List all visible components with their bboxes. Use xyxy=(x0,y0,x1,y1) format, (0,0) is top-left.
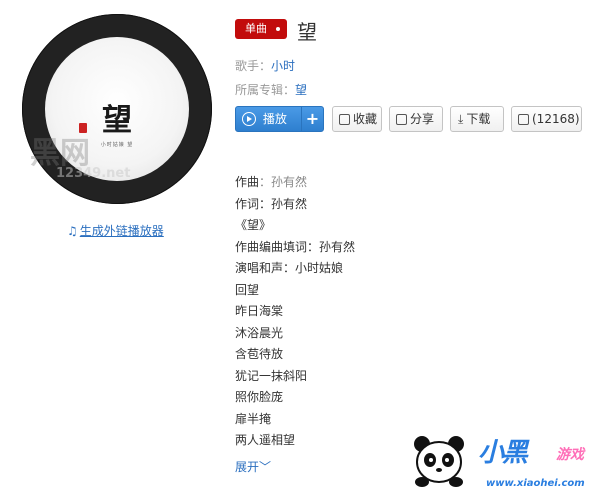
lyric-value: 孙有然 xyxy=(319,239,356,254)
expand-label: 展开 xyxy=(235,460,260,474)
lyric-line: 作曲：孙有然 xyxy=(235,172,355,194)
lyric-sep: ： xyxy=(259,175,272,189)
logo-subtext: 游戏 xyxy=(556,447,584,463)
add-to-playlist-button[interactable]: + xyxy=(301,106,324,132)
singer-row: 歌手：小时 xyxy=(235,57,295,74)
singer-link[interactable]: 小时 xyxy=(271,59,295,73)
lyric-line: 犹记一抹斜阳 xyxy=(235,366,355,388)
lyric-line: 扉半掩 xyxy=(235,409,355,431)
share-label: 分享 xyxy=(410,112,435,126)
download-button[interactable]: ⤓ 下载 xyxy=(450,106,504,132)
lyric-line: 回望 xyxy=(235,280,355,302)
lyric-line: 作词：孙有然 xyxy=(235,194,355,216)
watermark-url: 12349.net xyxy=(56,166,131,181)
play-button[interactable]: 播放 xyxy=(235,106,302,132)
single-badge-label: 单曲 xyxy=(245,22,267,35)
lyric-text: 作曲编曲填词 xyxy=(235,239,308,254)
lyric-line: 作曲编曲填词：孙有然 xyxy=(235,237,355,259)
lyric-line: 两人遥相望 xyxy=(235,430,355,452)
lyric-text: 两人遥相望 xyxy=(235,433,296,447)
lyric-line: 昨日海棠 xyxy=(235,301,355,323)
lyric-sep: ： xyxy=(307,239,320,254)
expand-lyrics-button[interactable]: 展开﹀ xyxy=(235,458,271,475)
download-icon: ⤓ xyxy=(458,112,464,126)
lyric-text: 昨日海棠 xyxy=(235,304,284,318)
lyric-sep: ： xyxy=(283,261,296,275)
favorite-label: 收藏 xyxy=(353,112,378,126)
album-label: 所属专辑： xyxy=(235,83,296,97)
site-logo: 小黑 游戏 www.xiaohei.com xyxy=(406,428,596,492)
lyric-text: 回望 xyxy=(235,282,260,297)
play-label: 播放 xyxy=(262,112,287,126)
comments-button[interactable]: (12168) xyxy=(511,106,582,132)
lyric-text: 犹记一抹斜阳 xyxy=(235,368,308,383)
lyric-text: 作词 xyxy=(235,196,260,211)
singer-label: 歌手： xyxy=(235,59,272,73)
play-icon xyxy=(242,112,256,126)
lyric-text: 《望》 xyxy=(235,218,272,232)
lyric-line: 含苞待放 xyxy=(235,344,355,366)
lyric-text: 扉半掩 xyxy=(235,411,272,426)
lyric-line: 照你脸庞 xyxy=(235,387,355,409)
lyric-value: 孙有然 xyxy=(271,175,308,189)
song-title: 望 xyxy=(297,20,317,44)
favorite-icon xyxy=(339,114,350,125)
download-label: 下载 xyxy=(466,112,491,126)
share-icon xyxy=(396,114,407,125)
lyric-line: 沐浴晨光 xyxy=(235,323,355,345)
lyric-text: 含苞待放 xyxy=(235,347,284,361)
lyric-line: 演唱和声：小时姑娘 xyxy=(235,258,355,280)
lyric-text: 照你脸庞 xyxy=(235,390,284,404)
single-badge: 单曲 xyxy=(235,19,287,39)
generate-player-label: 生成外链播放器 xyxy=(79,224,164,238)
logo-url: www.xiaohei.com xyxy=(486,478,585,489)
favorite-button[interactable]: 收藏 xyxy=(332,106,382,132)
lyric-line: 《望》 xyxy=(235,215,355,237)
lyric-value: 孙有然 xyxy=(271,196,308,211)
lyric-text: 演唱和声 xyxy=(235,261,284,275)
album-row: 所属专辑：望 xyxy=(235,81,307,98)
panda-icon xyxy=(414,436,464,487)
lyric-text: 作曲 xyxy=(235,175,260,189)
badge-dot-icon xyxy=(276,27,280,31)
logo-text: 小黑 xyxy=(478,438,528,468)
lyric-value: 小时姑娘 xyxy=(295,261,344,275)
album-link[interactable]: 望 xyxy=(295,83,307,97)
share-button[interactable]: 分享 xyxy=(389,106,443,132)
chevron-down-icon: ﹀ xyxy=(259,460,272,474)
lyric-text: 沐浴晨光 xyxy=(235,325,284,340)
comment-count: (12168) xyxy=(532,112,580,126)
comment-icon xyxy=(518,114,529,125)
generate-player-link[interactable]: ♫ 生成外链播放器 xyxy=(67,222,164,239)
music-note-icon: ♫ xyxy=(67,224,78,238)
lyric-sep: ： xyxy=(259,196,272,211)
lyrics-block: 作曲：孙有然 作词：孙有然 《望》 作曲编曲填词：孙有然 演唱和声：小时姑娘 回… xyxy=(235,172,355,452)
